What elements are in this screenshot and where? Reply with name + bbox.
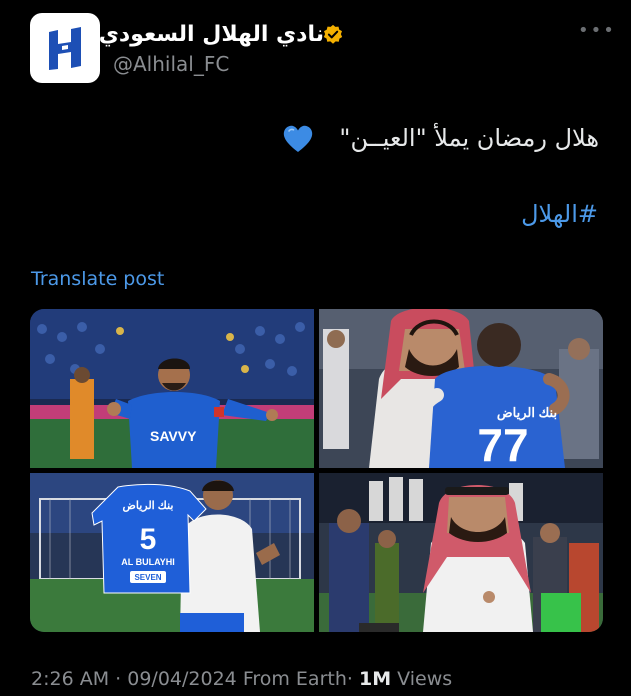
media-grid: SAVVY بنك الرياض 77 بنك الرياض 5 AL BULA… (30, 309, 603, 632)
tweet-date[interactable]: 09/04/2024 (127, 668, 237, 690)
alhilal-logo-icon (49, 27, 81, 70)
hashtag-link[interactable]: #الهلال (521, 200, 598, 228)
blue-heart-icon (283, 125, 313, 152)
jersey-text: بنك الرياض (123, 500, 174, 512)
player-celebrating-photo[interactable]: SAVVY (30, 309, 314, 468)
views-count[interactable]: 1M (359, 668, 391, 690)
jersey-player-name: AL BULAYHI (121, 557, 175, 567)
jersey-number: 77 (477, 419, 528, 468)
jersey-sponsor-text: SAVVY (150, 428, 197, 444)
tweet-text: هلال رمضان يملأ "العيــن" (339, 124, 599, 152)
author-handle[interactable]: @Alhilal_FC (113, 52, 229, 76)
guest-on-pitch-photo[interactable] (319, 473, 603, 632)
tweet-time[interactable]: 2:26 AM (31, 668, 109, 690)
display-name[interactable]: نادي الهلال السعودي (99, 22, 324, 47)
translate-post-link[interactable]: Translate post (31, 268, 164, 290)
embrace-photo[interactable]: بنك الرياض 77 (319, 309, 603, 468)
jersey-number: 5 (140, 523, 157, 556)
verified-badge-icon[interactable] (322, 24, 344, 46)
more-options-icon[interactable]: ••• (578, 22, 616, 40)
tweet-metadata: 2:26 AM · 09/04/2024 From Earth· 1M View… (31, 668, 452, 690)
separator-dot: · (115, 668, 122, 690)
jersey-presentation-photo[interactable]: بنك الرياض 5 AL BULAYHI SEVEN (30, 473, 314, 632)
avatar[interactable] (30, 13, 100, 83)
tweet-source: From Earth (242, 668, 347, 690)
jersey-sponsor-text: SEVEN (134, 573, 161, 582)
separator-dot: · (346, 668, 353, 690)
views-label: Views (397, 668, 453, 690)
